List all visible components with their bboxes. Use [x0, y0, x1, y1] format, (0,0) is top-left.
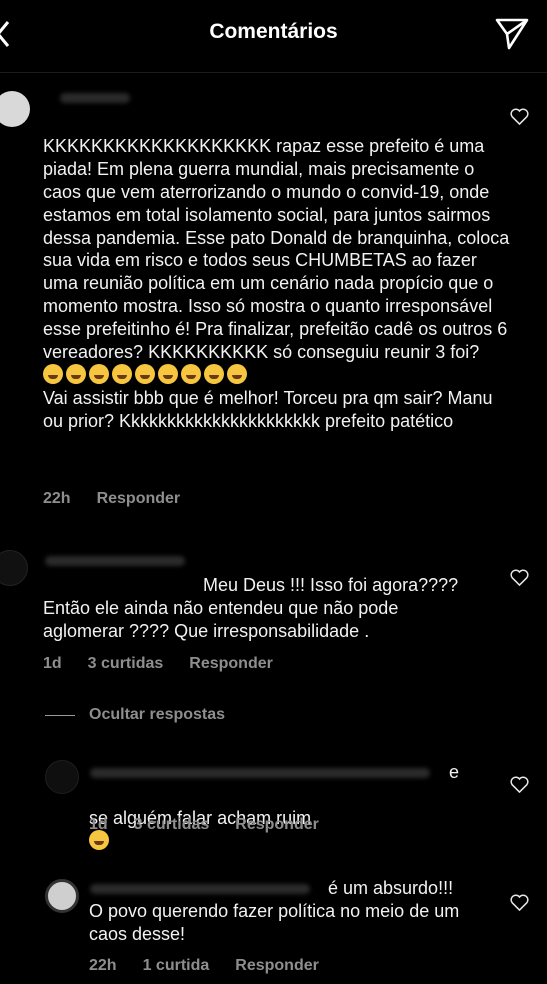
- username[interactable]: [60, 93, 130, 103]
- reply-time: 22h: [89, 957, 117, 974]
- like-heart-icon[interactable]: [510, 569, 529, 586]
- comment-meta: 1d 3 curtidas Responder: [43, 655, 273, 673]
- laughing-emoji-icon: [66, 363, 86, 384]
- reply-button[interactable]: Responder: [189, 655, 273, 673]
- reply-meta: 1d 3 curtidas Responder: [89, 816, 319, 834]
- comment-meta: 22h Responder: [43, 490, 180, 508]
- hide-replies-line: [45, 715, 75, 716]
- reply-time: 1d: [89, 816, 108, 833]
- laughing-emoji-icon: [181, 363, 201, 384]
- page-title: Comentários: [209, 20, 338, 43]
- likes-count[interactable]: 1 curtida: [143, 957, 210, 975]
- reply-text: O povo querendo fazer política no meio d…: [89, 901, 460, 944]
- comment-time: 1d: [43, 655, 62, 672]
- like-heart-icon[interactable]: [510, 108, 529, 125]
- reply-meta: 22h 1 curtida Responder: [89, 957, 319, 975]
- avatar[interactable]: [45, 760, 79, 794]
- reply-text: é um absurdo!!!: [328, 878, 454, 898]
- reply-button[interactable]: Responder: [235, 957, 319, 975]
- header-bar: Comentários: [0, 0, 547, 72]
- username[interactable]: [90, 884, 310, 894]
- likes-count[interactable]: 3 curtidas: [88, 655, 164, 673]
- comment-text: KKKKKKKKKKKKKKKKKKK rapaz esse prefeito …: [43, 135, 510, 431]
- reply-button[interactable]: Responder: [97, 490, 181, 508]
- like-heart-icon[interactable]: [510, 894, 529, 911]
- reply-button[interactable]: Responder: [235, 816, 319, 834]
- send-icon[interactable]: [495, 16, 529, 50]
- laughing-emoji-icon: [204, 363, 224, 384]
- comment-time: 22h: [43, 490, 71, 507]
- reply-text: e: [449, 762, 460, 782]
- header-divider: [0, 72, 547, 73]
- username[interactable]: [90, 768, 430, 778]
- hide-replies-button[interactable]: Ocultar respostas: [89, 706, 225, 724]
- laughing-emoji-icon: [227, 363, 247, 384]
- like-heart-icon[interactable]: [510, 776, 529, 793]
- laughing-emoji-icon: [158, 363, 178, 384]
- laughing-emoji-icon: [135, 363, 155, 384]
- avatar[interactable]: [45, 879, 79, 913]
- laughing-emoji-icon: [112, 363, 132, 384]
- comment-text: Meu Deus !!! Isso foi agora???? Então el…: [43, 574, 459, 641]
- likes-count[interactable]: 3 curtidas: [134, 816, 210, 834]
- laughing-emoji-icon: [43, 363, 63, 384]
- laughing-emoji-icon: [89, 363, 109, 384]
- avatar[interactable]: [0, 550, 28, 586]
- avatar[interactable]: [0, 91, 30, 127]
